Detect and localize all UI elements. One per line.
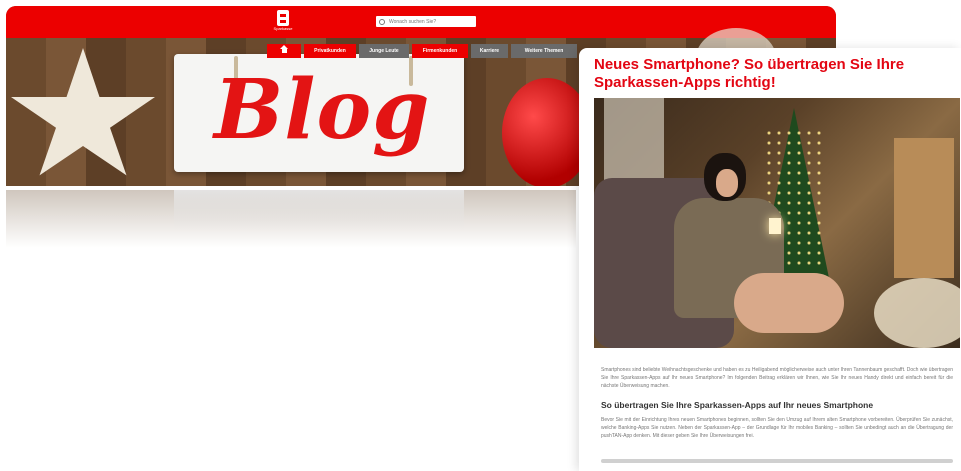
article-photo xyxy=(594,98,960,348)
home-icon xyxy=(279,45,288,54)
article-card: Neues Smartphone? So übertragen Sie Ihre… xyxy=(579,48,961,471)
woman-with-smartphone xyxy=(674,153,844,333)
sign-reflection xyxy=(174,190,464,230)
nav-karriere[interactable]: Karriere xyxy=(471,44,508,58)
blog-sign: Blog xyxy=(174,54,464,172)
header-reflection xyxy=(6,190,576,248)
search-box[interactable] xyxy=(376,16,476,27)
nav-firmenkunden[interactable]: Firmenkunden xyxy=(412,44,468,58)
sparkasse-s-icon xyxy=(277,10,289,26)
article-paragraph: Bevor Sie mit der Einrichtung Ihres neue… xyxy=(601,417,953,439)
screenshot-stage: Sparkasse Blog Privatkunden Junge Leute xyxy=(0,0,961,471)
search-icon xyxy=(379,18,385,25)
article-title: Neues Smartphone? So übertragen Sie Ihre… xyxy=(594,56,905,91)
logo-caption: Sparkasse xyxy=(273,26,293,31)
sparkasse-logo[interactable]: Sparkasse xyxy=(274,10,292,32)
nav-privatkunden[interactable]: Privatkunden xyxy=(304,44,356,58)
search-input[interactable] xyxy=(388,18,476,25)
nav-junge-leute[interactable]: Junge Leute xyxy=(359,44,409,58)
smartphone-icon xyxy=(769,218,781,234)
nav-weitere-themen[interactable]: Weitere Themen xyxy=(511,44,577,58)
person-face xyxy=(716,169,738,197)
article-intro: Smartphones sind beliebte Weihnachtsgesc… xyxy=(601,367,953,389)
faded-text-line xyxy=(601,459,953,463)
photo-shelf xyxy=(894,138,954,278)
wooden-star-decoration xyxy=(11,48,155,176)
person-legs xyxy=(734,273,844,333)
blog-sign-text: Blog xyxy=(214,62,431,158)
nav-home[interactable] xyxy=(267,44,301,58)
side-table xyxy=(874,278,960,348)
article-subheading: So übertragen Sie Ihre Sparkassen-Apps a… xyxy=(601,400,874,410)
main-navigation: Privatkunden Junge Leute Firmenkunden Ka… xyxy=(267,44,577,58)
